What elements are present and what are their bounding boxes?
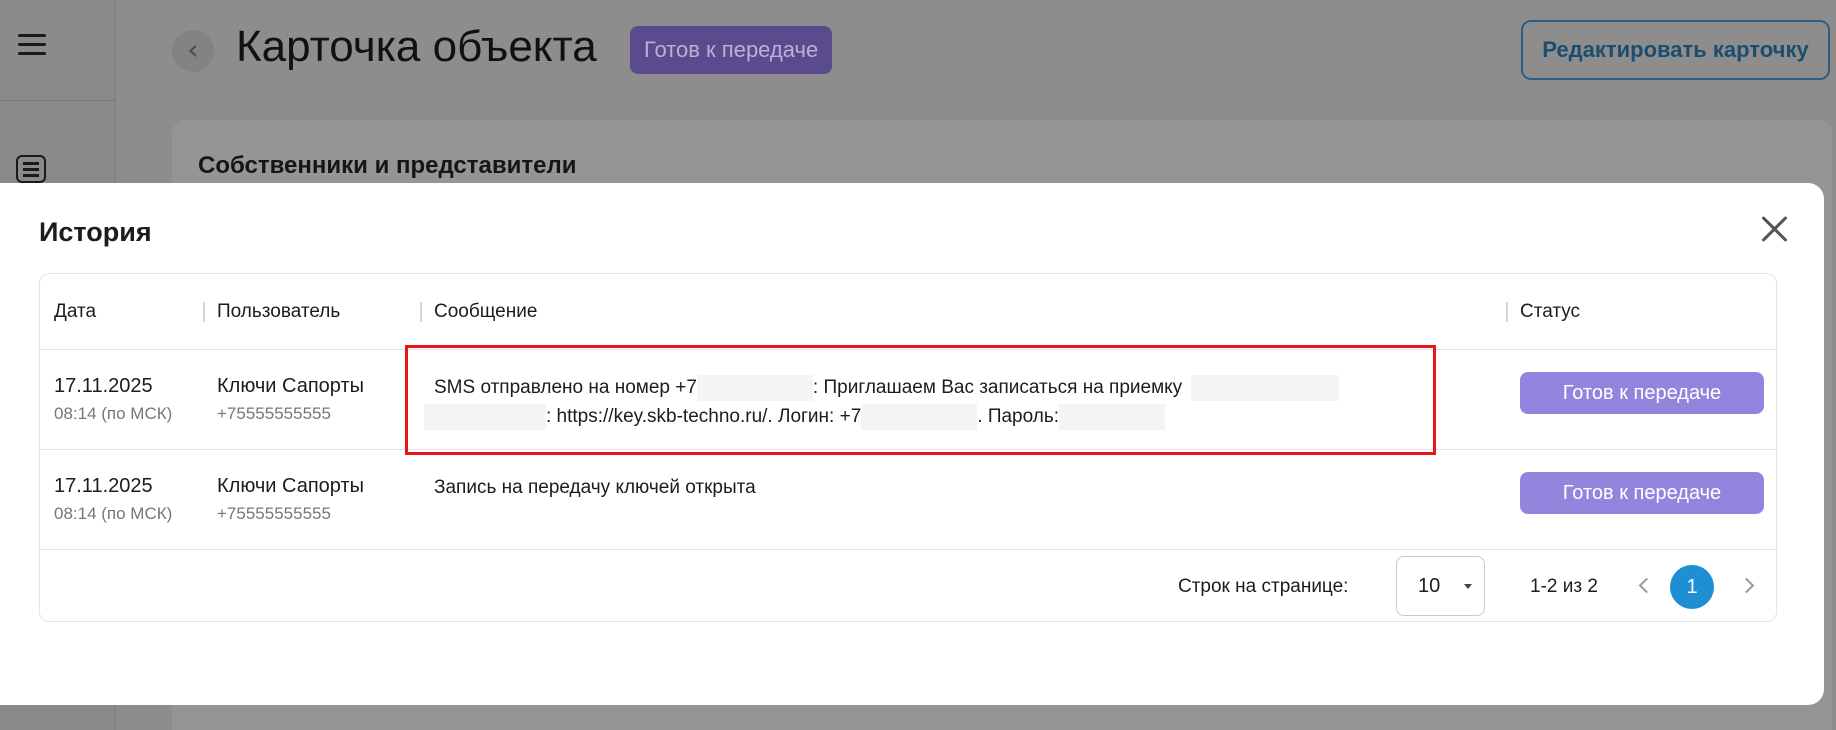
column-divider — [1506, 302, 1508, 322]
user-phone: +75555555555 — [217, 404, 331, 423]
sidebar-divider — [0, 100, 116, 101]
table-footer: Строк на странице: 10 1-2 из 2 1 — [40, 550, 1776, 621]
rows-per-page-value: 10 — [1418, 575, 1441, 597]
user-cell: Ключи Сапорты +75555555555 — [217, 475, 364, 524]
modal-title: История — [39, 217, 152, 247]
prev-page-button[interactable] — [1634, 575, 1655, 597]
back-button[interactable]: ‹ — [172, 30, 214, 72]
user-name: Ключи Сапорты — [217, 375, 364, 397]
chevron-left-icon — [1638, 577, 1655, 594]
column-header-status[interactable]: Статус — [1520, 274, 1580, 350]
rows-per-page-label: Строк на странице: — [1178, 576, 1349, 597]
list-icon[interactable] — [16, 155, 46, 183]
date-value: 17.11.2025 — [54, 375, 153, 397]
message-cell: Запись на передачу ключей открыта — [434, 473, 1444, 502]
date-cell: 17.11.2025 08:14 (по МСК) — [54, 475, 172, 524]
column-header-message[interactable]: Сообщение — [434, 274, 537, 350]
column-header-date[interactable]: Дата — [54, 274, 96, 350]
menu-icon[interactable] — [18, 34, 46, 56]
caret-down-icon — [1464, 584, 1472, 589]
column-divider — [203, 302, 205, 322]
time-value: 08:14 (по МСК) — [54, 504, 173, 523]
message-text: Запись на передачу ключей открыта — [434, 477, 756, 498]
pagination-range: 1-2 из 2 — [1530, 576, 1598, 597]
status-button[interactable]: Готов к передаче — [1520, 472, 1764, 514]
page-title: Карточка объекта — [236, 22, 597, 71]
status-button[interactable]: Готов к передаче — [1520, 372, 1764, 414]
date-value: 17.11.2025 — [54, 475, 153, 497]
column-divider — [420, 302, 422, 322]
table-header: Дата Пользователь Сообщение Статус — [40, 274, 1776, 350]
user-name: Ключи Сапорты — [217, 475, 364, 497]
user-phone: +75555555555 — [217, 504, 331, 523]
chevron-right-icon — [1738, 577, 1755, 594]
close-icon[interactable] — [1760, 215, 1790, 245]
time-value: 08:14 (по МСК) — [54, 404, 173, 423]
table-row: 17.11.2025 08:14 (по МСК) Ключи Сапорты … — [40, 451, 1776, 550]
status-badge: Готов к передаче — [630, 26, 833, 74]
next-page-button[interactable] — [1738, 575, 1759, 597]
rows-per-page-select[interactable]: 10 — [1396, 556, 1485, 616]
page-button-current[interactable]: 1 — [1670, 565, 1714, 609]
column-header-user[interactable]: Пользователь — [217, 274, 340, 350]
edit-card-button[interactable]: Редактировать карточку — [1521, 20, 1830, 80]
section-title: Собственники и представители — [198, 152, 577, 179]
highlight-box — [405, 345, 1436, 455]
date-cell: 17.11.2025 08:14 (по МСК) — [54, 375, 172, 424]
user-cell: Ключи Сапорты +75555555555 — [217, 375, 364, 424]
